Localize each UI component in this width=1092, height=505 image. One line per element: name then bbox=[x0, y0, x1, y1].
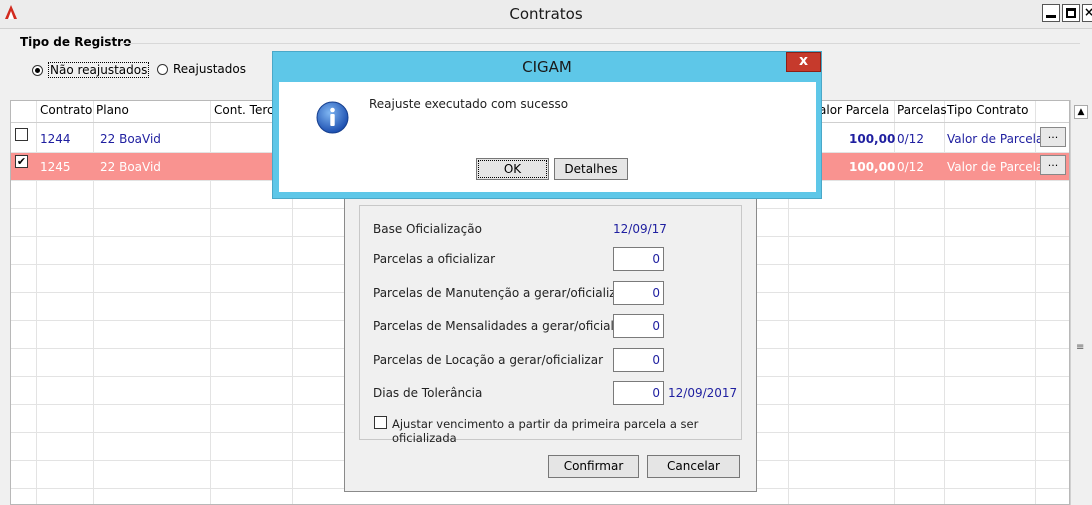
dialog-title: CIGAM bbox=[522, 58, 572, 76]
officialization-panel: Base Oficialização 12/09/17 Parcelas a o… bbox=[344, 198, 757, 492]
parcelas-oficializar-input[interactable]: 0 bbox=[613, 247, 664, 271]
adjust-due-date-checkbox[interactable] bbox=[374, 416, 387, 429]
cancel-button[interactable]: Cancelar bbox=[647, 455, 740, 478]
cell-tipo-contrato[interactable]: Valor de Parcela bbox=[947, 132, 1043, 146]
column-header-tipo-contrato[interactable]: Tipo Contrato bbox=[947, 103, 1028, 117]
dias-tolerancia-input[interactable]: 0 bbox=[613, 381, 664, 405]
close-icon: × bbox=[1084, 5, 1092, 19]
parcelas-mensalidades-input[interactable]: 0 bbox=[613, 314, 664, 338]
details-button[interactable]: Detalhes bbox=[554, 158, 628, 180]
field-label: Parcelas de Mensalidades a gerar/oficial… bbox=[373, 319, 636, 333]
info-icon bbox=[316, 101, 349, 134]
window-titlebar: Contratos × bbox=[0, 0, 1092, 29]
cell-tipo-contrato[interactable]: Valor de Parcela bbox=[947, 160, 1043, 174]
parcelas-locacao-input[interactable]: 0 bbox=[613, 348, 664, 372]
radio-label: Reajustados bbox=[173, 62, 246, 76]
row-details-button[interactable]: ... bbox=[1040, 127, 1066, 147]
column-header-valor-parcela[interactable]: alor Parcela bbox=[819, 103, 889, 117]
adjust-due-date-label: Ajustar vencimento a partir da primeira … bbox=[392, 417, 699, 445]
scroll-grip-icon[interactable]: ≡ bbox=[1076, 343, 1087, 353]
tolerance-date: 12/09/2017 bbox=[668, 386, 738, 400]
cell-valor-parcela[interactable]: 100,00 bbox=[849, 160, 895, 174]
radio-circle[interactable] bbox=[32, 64, 43, 76]
dialog-message: Reajuste executado com sucesso bbox=[369, 97, 569, 111]
row-checkbox-checked[interactable]: ✔ bbox=[15, 155, 28, 168]
base-officialization-value: 12/09/17 bbox=[613, 222, 667, 236]
filter-group-title: Tipo de Registro bbox=[20, 35, 132, 49]
field-label: Dias de Tolerância bbox=[373, 386, 483, 400]
base-officialization-label: Base Oficialização bbox=[373, 222, 482, 236]
column-header-parcelas[interactable]: Parcelas bbox=[897, 103, 947, 117]
dialog-body: Reajuste executado com sucesso OK Detalh… bbox=[279, 82, 816, 192]
column-header-plano[interactable]: Plano bbox=[96, 103, 129, 117]
cell-contrato[interactable]: 1244 bbox=[40, 132, 71, 146]
column-header-contrato[interactable]: Contrato bbox=[40, 103, 92, 117]
field-label: Parcelas de Manutenção a gerar/oficializ… bbox=[373, 286, 628, 300]
message-dialog: CIGAM x Reajuste executado com sucesso O… bbox=[272, 51, 822, 199]
window-title: Contratos bbox=[509, 5, 583, 23]
row-details-button[interactable]: ... bbox=[1040, 155, 1066, 175]
radio-reajustados[interactable]: Reajustados bbox=[157, 62, 246, 76]
field-label: Parcelas de Locação a gerar/oficializar bbox=[373, 353, 604, 367]
cell-contrato[interactable]: 1245 bbox=[40, 160, 71, 174]
field-label: Parcelas a oficializar bbox=[373, 252, 496, 266]
row-checkbox[interactable] bbox=[15, 128, 28, 141]
dialog-close-button[interactable]: x bbox=[786, 52, 821, 72]
column-header-cont-terce[interactable]: Cont. Terce bbox=[214, 103, 281, 117]
cell-parcelas[interactable]: 0/12 bbox=[897, 160, 924, 174]
minimize-button[interactable] bbox=[1042, 4, 1060, 22]
vertical-scrollbar[interactable]: ▲ ≡ bbox=[1070, 100, 1092, 505]
close-window-button[interactable]: × bbox=[1082, 4, 1092, 22]
group-divider bbox=[120, 43, 1080, 44]
officialization-fieldset: Base Oficialização 12/09/17 Parcelas a o… bbox=[359, 205, 742, 445]
radio-circle[interactable] bbox=[157, 63, 168, 75]
ok-button[interactable]: OK bbox=[476, 158, 549, 180]
confirm-button[interactable]: Confirmar bbox=[548, 455, 639, 478]
radio-label: Não reajustados bbox=[48, 62, 150, 78]
radio-nao-reajustados[interactable]: Não reajustados bbox=[32, 62, 150, 78]
cell-plano[interactable]: 22 BoaVid bbox=[100, 132, 161, 146]
cell-parcelas[interactable]: 0/12 bbox=[897, 132, 924, 146]
scroll-up-arrow-icon[interactable]: ▲ bbox=[1074, 105, 1088, 119]
parcelas-manutencao-input[interactable]: 0 bbox=[613, 281, 664, 305]
maximize-button[interactable] bbox=[1062, 4, 1080, 22]
cell-valor-parcela[interactable]: 100,00 bbox=[849, 132, 895, 146]
cell-plano[interactable]: 22 BoaVid bbox=[100, 160, 161, 174]
